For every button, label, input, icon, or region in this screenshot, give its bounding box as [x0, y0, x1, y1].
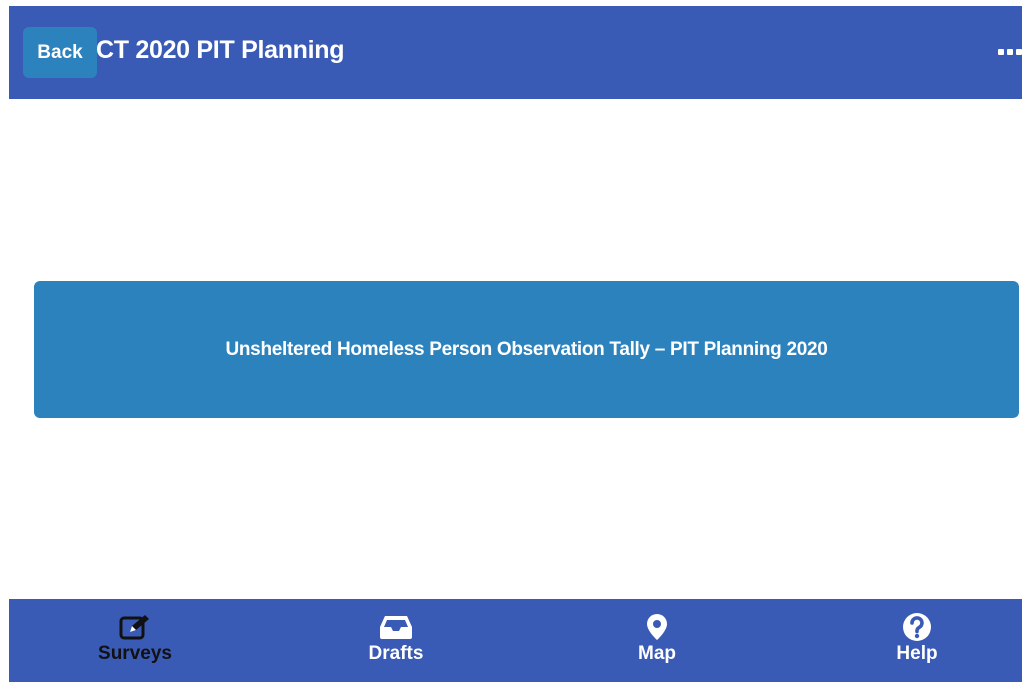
map-pin-icon: [646, 613, 668, 641]
survey-card-label: Unsheltered Homeless Person Observation …: [225, 338, 828, 360]
back-button[interactable]: Back: [23, 27, 97, 78]
tab-label: Map: [638, 643, 676, 664]
inbox-icon: [379, 613, 413, 641]
more-dot: [998, 49, 1004, 55]
app-frame: Back CT 2020 PIT Planning Unsheltered Ho…: [0, 0, 1022, 682]
tab-map[interactable]: Map: [611, 599, 703, 682]
tab-label: Help: [896, 643, 938, 664]
tab-drafts[interactable]: Drafts: [350, 599, 442, 682]
help-circle-icon: [902, 613, 932, 641]
more-dot: [1016, 49, 1022, 55]
header-bar: Back CT 2020 PIT Planning: [9, 6, 1022, 99]
more-dot: [1007, 49, 1013, 55]
tab-label: Surveys: [98, 643, 172, 664]
edit-icon: [117, 613, 153, 641]
tab-help[interactable]: Help: [871, 599, 963, 682]
tab-label: Drafts: [368, 643, 424, 664]
more-horizontal-icon[interactable]: [998, 44, 1022, 60]
tab-surveys[interactable]: Surveys: [89, 599, 181, 682]
bottom-tab-bar: Surveys Drafts Map Help: [9, 599, 1022, 682]
survey-card[interactable]: Unsheltered Homeless Person Observation …: [34, 281, 1019, 418]
page-title: CT 2020 PIT Planning: [96, 36, 345, 64]
